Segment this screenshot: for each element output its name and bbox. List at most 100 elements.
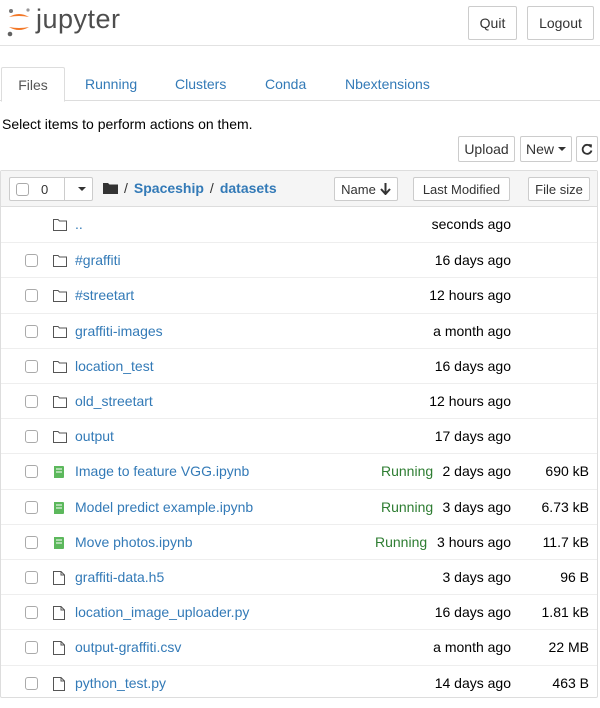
tab-bar: Files Running Clusters Conda Nbextension…	[0, 67, 600, 102]
file-name-link[interactable]: output-graffiti.csv	[75, 639, 181, 655]
file-name-link[interactable]: Image to feature VGG.ipynb	[75, 463, 249, 479]
file-row[interactable]: graffiti-images a month ago	[1, 312, 597, 348]
logout-button[interactable]: Logout	[527, 6, 594, 40]
file-row[interactable]: Image to feature VGG.ipynb Running 2 days …	[1, 453, 597, 488]
notebook-icon	[53, 501, 67, 515]
folder-icon	[53, 360, 67, 374]
folder-icon	[53, 254, 67, 268]
row-checkbox[interactable]	[25, 606, 38, 620]
last-modified: 17 days ago	[434, 428, 511, 445]
upload-button[interactable]: Upload	[458, 136, 515, 162]
running-status: Running	[375, 533, 428, 550]
file-name-link[interactable]: old_streetart	[75, 393, 153, 409]
row-checkbox[interactable]	[25, 641, 38, 655]
breadcrumb-datasets[interactable]: datasets	[220, 180, 277, 196]
file-row[interactable]: .. seconds ago	[1, 207, 597, 242]
folder-icon[interactable]	[103, 182, 118, 194]
sort-by-name-button[interactable]: Name	[334, 177, 398, 201]
row-checkbox[interactable]	[25, 571, 38, 584]
breadcrumb-spaceship[interactable]: Spaceship	[134, 180, 204, 196]
logo-text: jupyter	[36, 4, 121, 34]
file-size: 22 MB	[548, 639, 589, 656]
last-modified: a month ago	[433, 639, 511, 656]
file-name-link[interactable]: output	[75, 428, 114, 444]
file-name-link[interactable]: Move photos.ipynb	[75, 534, 193, 550]
file-name-link[interactable]: Model predict example.ipynb	[75, 499, 253, 515]
row-checkbox[interactable]	[25, 289, 38, 303]
file-size: 690 kB	[545, 463, 589, 480]
folder-icon	[53, 325, 67, 339]
folder-icon	[53, 395, 67, 409]
file-name-link[interactable]: python_test.py	[75, 675, 166, 691]
new-button[interactable]: New	[520, 136, 572, 162]
breadcrumb: / Spaceship / datasets	[103, 180, 277, 196]
file-icon	[53, 571, 67, 585]
row-checkbox[interactable]	[25, 359, 38, 373]
notebook-icon	[53, 536, 67, 550]
quit-button[interactable]: Quit	[468, 6, 517, 40]
row-checkbox[interactable]	[25, 535, 38, 549]
file-list-header: 0 / Spaceship / datasets Name Last Modif…	[1, 171, 597, 207]
refresh-button[interactable]	[576, 136, 598, 162]
row-checkbox[interactable]	[25, 465, 38, 479]
file-row[interactable]: #streetart 12 hours ago	[1, 277, 597, 312]
sort-by-size-button[interactable]: File size	[528, 177, 590, 201]
last-modified: 12 hours ago	[429, 393, 511, 409]
last-modified: 14 days ago	[434, 674, 511, 691]
last-modified: 2 days ago	[442, 463, 512, 480]
file-name-link[interactable]: ..	[75, 216, 83, 232]
file-icon	[53, 641, 67, 656]
file-icon	[53, 606, 67, 621]
file-name-link[interactable]: #graffiti	[75, 252, 121, 268]
row-checkbox[interactable]	[25, 676, 38, 690]
tab-files[interactable]: Files	[1, 67, 65, 102]
file-name-link[interactable]: location_image_uploader.py	[75, 604, 249, 620]
row-checkbox[interactable]	[25, 500, 38, 514]
file-size: 6.73 kB	[541, 498, 589, 515]
row-checkbox[interactable]	[25, 395, 38, 408]
instructions-text: Select items to perform actions on them.	[2, 116, 253, 132]
file-row[interactable]: #graffiti 16 days ago	[1, 242, 597, 277]
file-row[interactable]: location_image_uploader.py 16 days ago 1.8…	[1, 594, 597, 629]
jupyter-logo-icon	[7, 7, 30, 36]
row-checkbox[interactable]	[25, 324, 38, 338]
file-row[interactable]: Model predict example.ipynb Running 3 days…	[1, 488, 597, 524]
tab-running[interactable]: Running	[85, 67, 137, 101]
file-name-link[interactable]: #streetart	[75, 287, 134, 303]
select-all-checkbox[interactable]	[16, 182, 29, 196]
file-row[interactable]: output 17 days ago	[1, 418, 597, 453]
file-row[interactable]: python_test.py 14 days ago 463 B	[1, 664, 597, 700]
file-name-link[interactable]: graffiti-data.h5	[75, 569, 164, 585]
selected-count: 0	[41, 181, 49, 197]
refresh-icon	[581, 143, 593, 155]
last-modified: 3 days ago	[442, 569, 512, 585]
last-modified: 16 days ago	[434, 357, 511, 374]
file-row[interactable]: old_streetart 12 hours ago	[1, 383, 597, 418]
new-button-label: New	[525, 141, 554, 157]
tab-conda[interactable]: Conda	[265, 67, 306, 101]
file-row[interactable]: location_test 16 days ago	[1, 347, 597, 383]
tab-nbextensions[interactable]: Nbextensions	[345, 67, 430, 101]
file-name-link[interactable]: location_test	[75, 358, 154, 374]
select-all-group[interactable]: 0	[9, 177, 93, 201]
file-list-panel: 0 / Spaceship / datasets Name Last Modif…	[0, 170, 598, 698]
tab-clusters[interactable]: Clusters	[175, 67, 226, 101]
file-row[interactable]: graffiti-data.h5 3 days ago 96 B	[1, 559, 597, 594]
row-checkbox[interactable]	[25, 430, 38, 444]
last-modified: seconds ago	[431, 216, 511, 232]
last-modified: 3 days ago	[442, 498, 512, 515]
folder-icon	[53, 289, 67, 303]
last-modified: a month ago	[433, 322, 511, 339]
row-checkbox[interactable]	[25, 254, 38, 268]
file-size: 463 B	[552, 674, 589, 691]
sort-by-modified-button[interactable]: Last Modified	[413, 177, 510, 201]
jupyter-logo[interactable]: jupyter	[6, 4, 121, 37]
file-row[interactable]: Move photos.ipynb Running 3 hours ago 11.7 …	[1, 523, 597, 559]
file-size: 1.81 kB	[541, 604, 589, 621]
folder-icon	[53, 218, 67, 232]
file-row[interactable]: output-graffiti.csv a month ago 22 MB	[1, 629, 597, 664]
breadcrumb-separator: /	[209, 180, 214, 196]
last-modified: 12 hours ago	[429, 287, 511, 304]
file-name-link[interactable]: graffiti-images	[75, 323, 163, 339]
select-dropdown-chevron-icon[interactable]	[78, 187, 86, 191]
